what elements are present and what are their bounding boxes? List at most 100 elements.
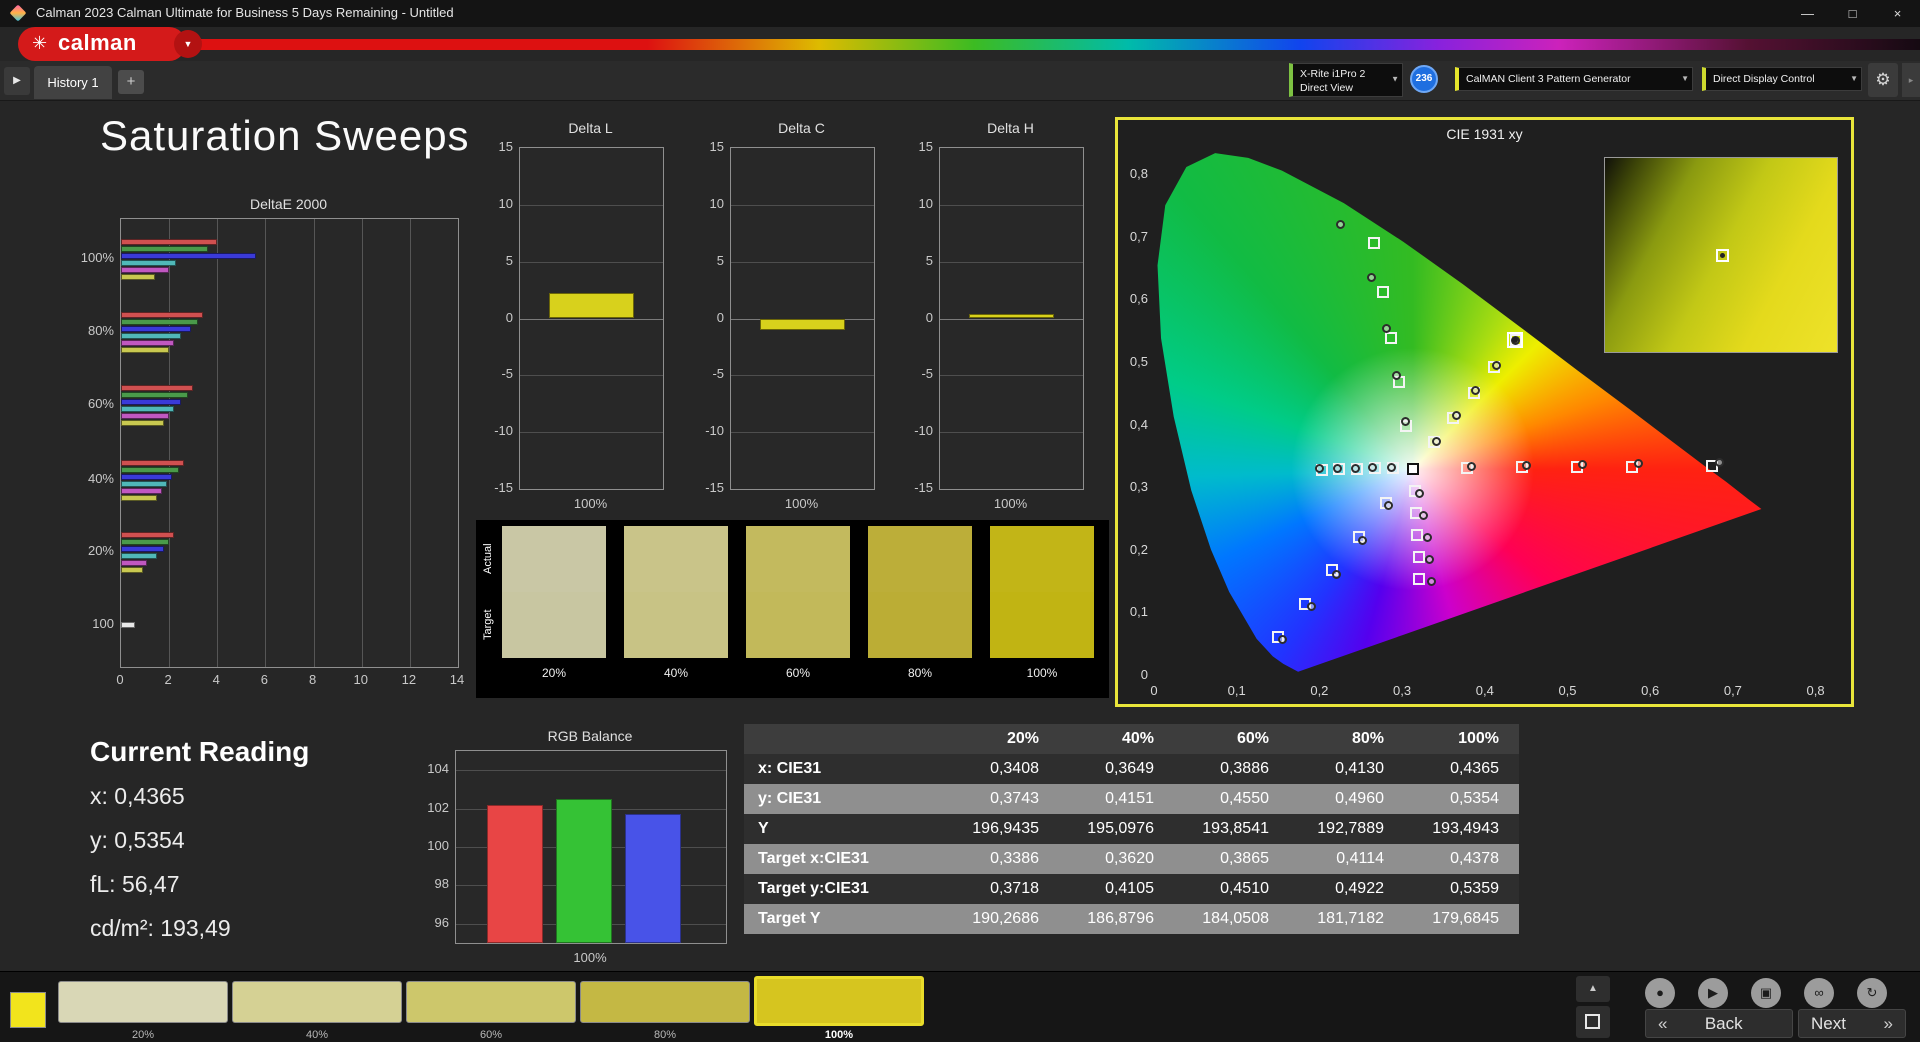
cie-measured-point bbox=[1331, 569, 1341, 579]
bar-blue bbox=[625, 814, 681, 943]
cie-current-point bbox=[1506, 331, 1523, 348]
bar bbox=[121, 480, 167, 487]
table-header-cell: 80% bbox=[1351, 730, 1384, 747]
tab-nav-button[interactable]: ▶ bbox=[4, 67, 30, 95]
y-axis-label: 0,1 bbox=[1129, 604, 1148, 620]
cie-measured-point bbox=[1382, 323, 1392, 333]
cie-measured-point bbox=[1522, 460, 1532, 470]
y-axis-label: 15 bbox=[709, 139, 724, 154]
gridline bbox=[940, 204, 1083, 206]
pattern-thumbnail-label: 80% bbox=[653, 1029, 677, 1041]
add-tab-button[interactable]: + bbox=[118, 70, 144, 94]
pattern-thumbnail-label: 40% bbox=[305, 1029, 329, 1041]
swatch-label: 100% bbox=[1026, 666, 1058, 680]
x-axis-label: 0,2 bbox=[1310, 683, 1329, 698]
cie-measured-point bbox=[1431, 436, 1441, 446]
y-axis-label: -5 bbox=[712, 366, 724, 382]
table-row-label: Target y:CIE31 bbox=[758, 880, 869, 897]
table-cell: 0,3865 bbox=[1220, 850, 1269, 867]
table-row-label: Target x:CIE31 bbox=[758, 850, 869, 867]
table-row-label: y: CIE31 bbox=[758, 790, 822, 807]
table-cell: 0,3743 bbox=[990, 790, 1039, 807]
pattern-thumbnail-40%[interactable] bbox=[232, 981, 402, 1023]
table-header-cell bbox=[744, 724, 944, 754]
pattern-thumbnail-20%[interactable] bbox=[58, 981, 228, 1023]
table-header-cell: 60% bbox=[1236, 730, 1269, 747]
gridline bbox=[265, 219, 267, 667]
x-axis-label: 0,1 bbox=[1227, 683, 1246, 698]
collapse-panel-button[interactable]: ▲ bbox=[1576, 976, 1610, 1002]
swatch-label: 20% bbox=[541, 666, 567, 680]
y-axis-label: 5 bbox=[925, 252, 933, 268]
panel-toggle-button[interactable] bbox=[1576, 1006, 1610, 1038]
pattern-thumbnail-80%[interactable] bbox=[580, 981, 750, 1023]
gridline bbox=[169, 219, 171, 667]
next-button[interactable]: Next » bbox=[1798, 1009, 1906, 1038]
record-icon[interactable]: ● bbox=[1645, 978, 1675, 1008]
tab-history-1[interactable]: History 1 bbox=[34, 66, 112, 99]
save-icon[interactable]: ▣ bbox=[1751, 978, 1781, 1008]
refresh-icon[interactable]: ↻ bbox=[1857, 978, 1887, 1008]
swatch-target bbox=[868, 592, 972, 658]
cie-measured-point bbox=[1278, 634, 1288, 644]
bar bbox=[121, 398, 182, 405]
y-axis-label: 100 bbox=[92, 616, 114, 631]
y-axis-label: 100% bbox=[80, 250, 114, 265]
play-icon[interactable]: ▶ bbox=[1698, 978, 1728, 1008]
table-header-cell: 100% bbox=[1458, 730, 1499, 747]
deltae2000-chart: DeltaE 2000 0 2 4 6 8 10 12 14 100% 80% 60% 40% 20% 10… bbox=[66, 196, 486, 696]
logo-menu-button[interactable]: ▼ bbox=[174, 30, 202, 58]
display-control-label: Direct Display Control bbox=[1713, 73, 1815, 85]
cie-measured-point bbox=[1384, 500, 1394, 510]
cie-measured-point bbox=[1350, 463, 1360, 473]
next-label: Next bbox=[1811, 1013, 1846, 1033]
mini-plot bbox=[730, 147, 875, 490]
swatch-label: 60% bbox=[785, 666, 811, 680]
y-axis-label: 98 bbox=[434, 876, 449, 892]
bar-green bbox=[556, 799, 612, 943]
meter-dropdown[interactable]: X-Rite i1Pro 2 Direct View ▼ bbox=[1289, 63, 1403, 97]
pattern-thumbnail-60%[interactable] bbox=[406, 981, 576, 1023]
gridline bbox=[731, 375, 874, 377]
table-cell: 0,5359 bbox=[1450, 880, 1499, 897]
display-control-dropdown[interactable]: Direct Display Control ▼ bbox=[1702, 67, 1862, 91]
pattern-thumbnail-label: 20% bbox=[131, 1029, 155, 1041]
x-axis-label: 12 bbox=[401, 672, 417, 687]
y-axis-label: -15 bbox=[914, 480, 933, 495]
x-axis-label: 4 bbox=[212, 672, 220, 687]
cie-measured-point bbox=[1451, 411, 1461, 421]
table-cell: 184,0508 bbox=[1202, 910, 1269, 927]
next-chevron-icon: » bbox=[1883, 1013, 1893, 1033]
bar bbox=[121, 566, 143, 573]
y-axis-label: 102 bbox=[427, 799, 449, 815]
table-cell: 0,4922 bbox=[1335, 880, 1384, 897]
cie-measured-point bbox=[1392, 370, 1402, 380]
y-axis-label: 0,5 bbox=[1129, 354, 1148, 369]
delta-h-chart: Delta H 15 10 5 0 -5 -10 -15 100% bbox=[875, 120, 1090, 540]
bar bbox=[121, 318, 199, 325]
minimize-button[interactable]: — bbox=[1785, 0, 1830, 27]
pattern-thumbnail-label: 100% bbox=[824, 1029, 854, 1041]
pattern-generator-dropdown[interactable]: CalMAN Client 3 Pattern Generator ▼ bbox=[1455, 67, 1693, 91]
y-axis-label: 15 bbox=[498, 139, 513, 154]
maximize-button[interactable]: □ bbox=[1830, 0, 1875, 27]
current-reading-title: Current Reading bbox=[90, 736, 310, 767]
gridline bbox=[520, 318, 663, 320]
bar bbox=[121, 419, 165, 426]
pattern-thumbnail-label: 60% bbox=[479, 1029, 503, 1041]
x-axis-label: 0,6 bbox=[1641, 683, 1660, 698]
bar bbox=[121, 259, 177, 266]
overflow-button[interactable]: ▸ bbox=[1902, 63, 1920, 97]
back-chevron-icon: « bbox=[1658, 1013, 1668, 1033]
x-axis-label: 10 bbox=[353, 672, 368, 687]
link-icon[interactable]: ∞ bbox=[1804, 978, 1834, 1008]
back-button[interactable]: « Back bbox=[1645, 1009, 1793, 1038]
table-cell: 0,4510 bbox=[1220, 880, 1269, 897]
x-axis-label: 0,8 bbox=[1806, 683, 1825, 698]
cie-inset-target-point bbox=[1716, 249, 1730, 263]
gear-icon[interactable]: ⚙ bbox=[1868, 63, 1898, 97]
table-cell: 0,4365 bbox=[1450, 760, 1499, 777]
table-header-row: 20% 40% 60% 80% 100% bbox=[744, 724, 1519, 754]
pattern-thumbnail-100%[interactable] bbox=[754, 976, 924, 1026]
close-button[interactable]: × bbox=[1875, 0, 1920, 27]
